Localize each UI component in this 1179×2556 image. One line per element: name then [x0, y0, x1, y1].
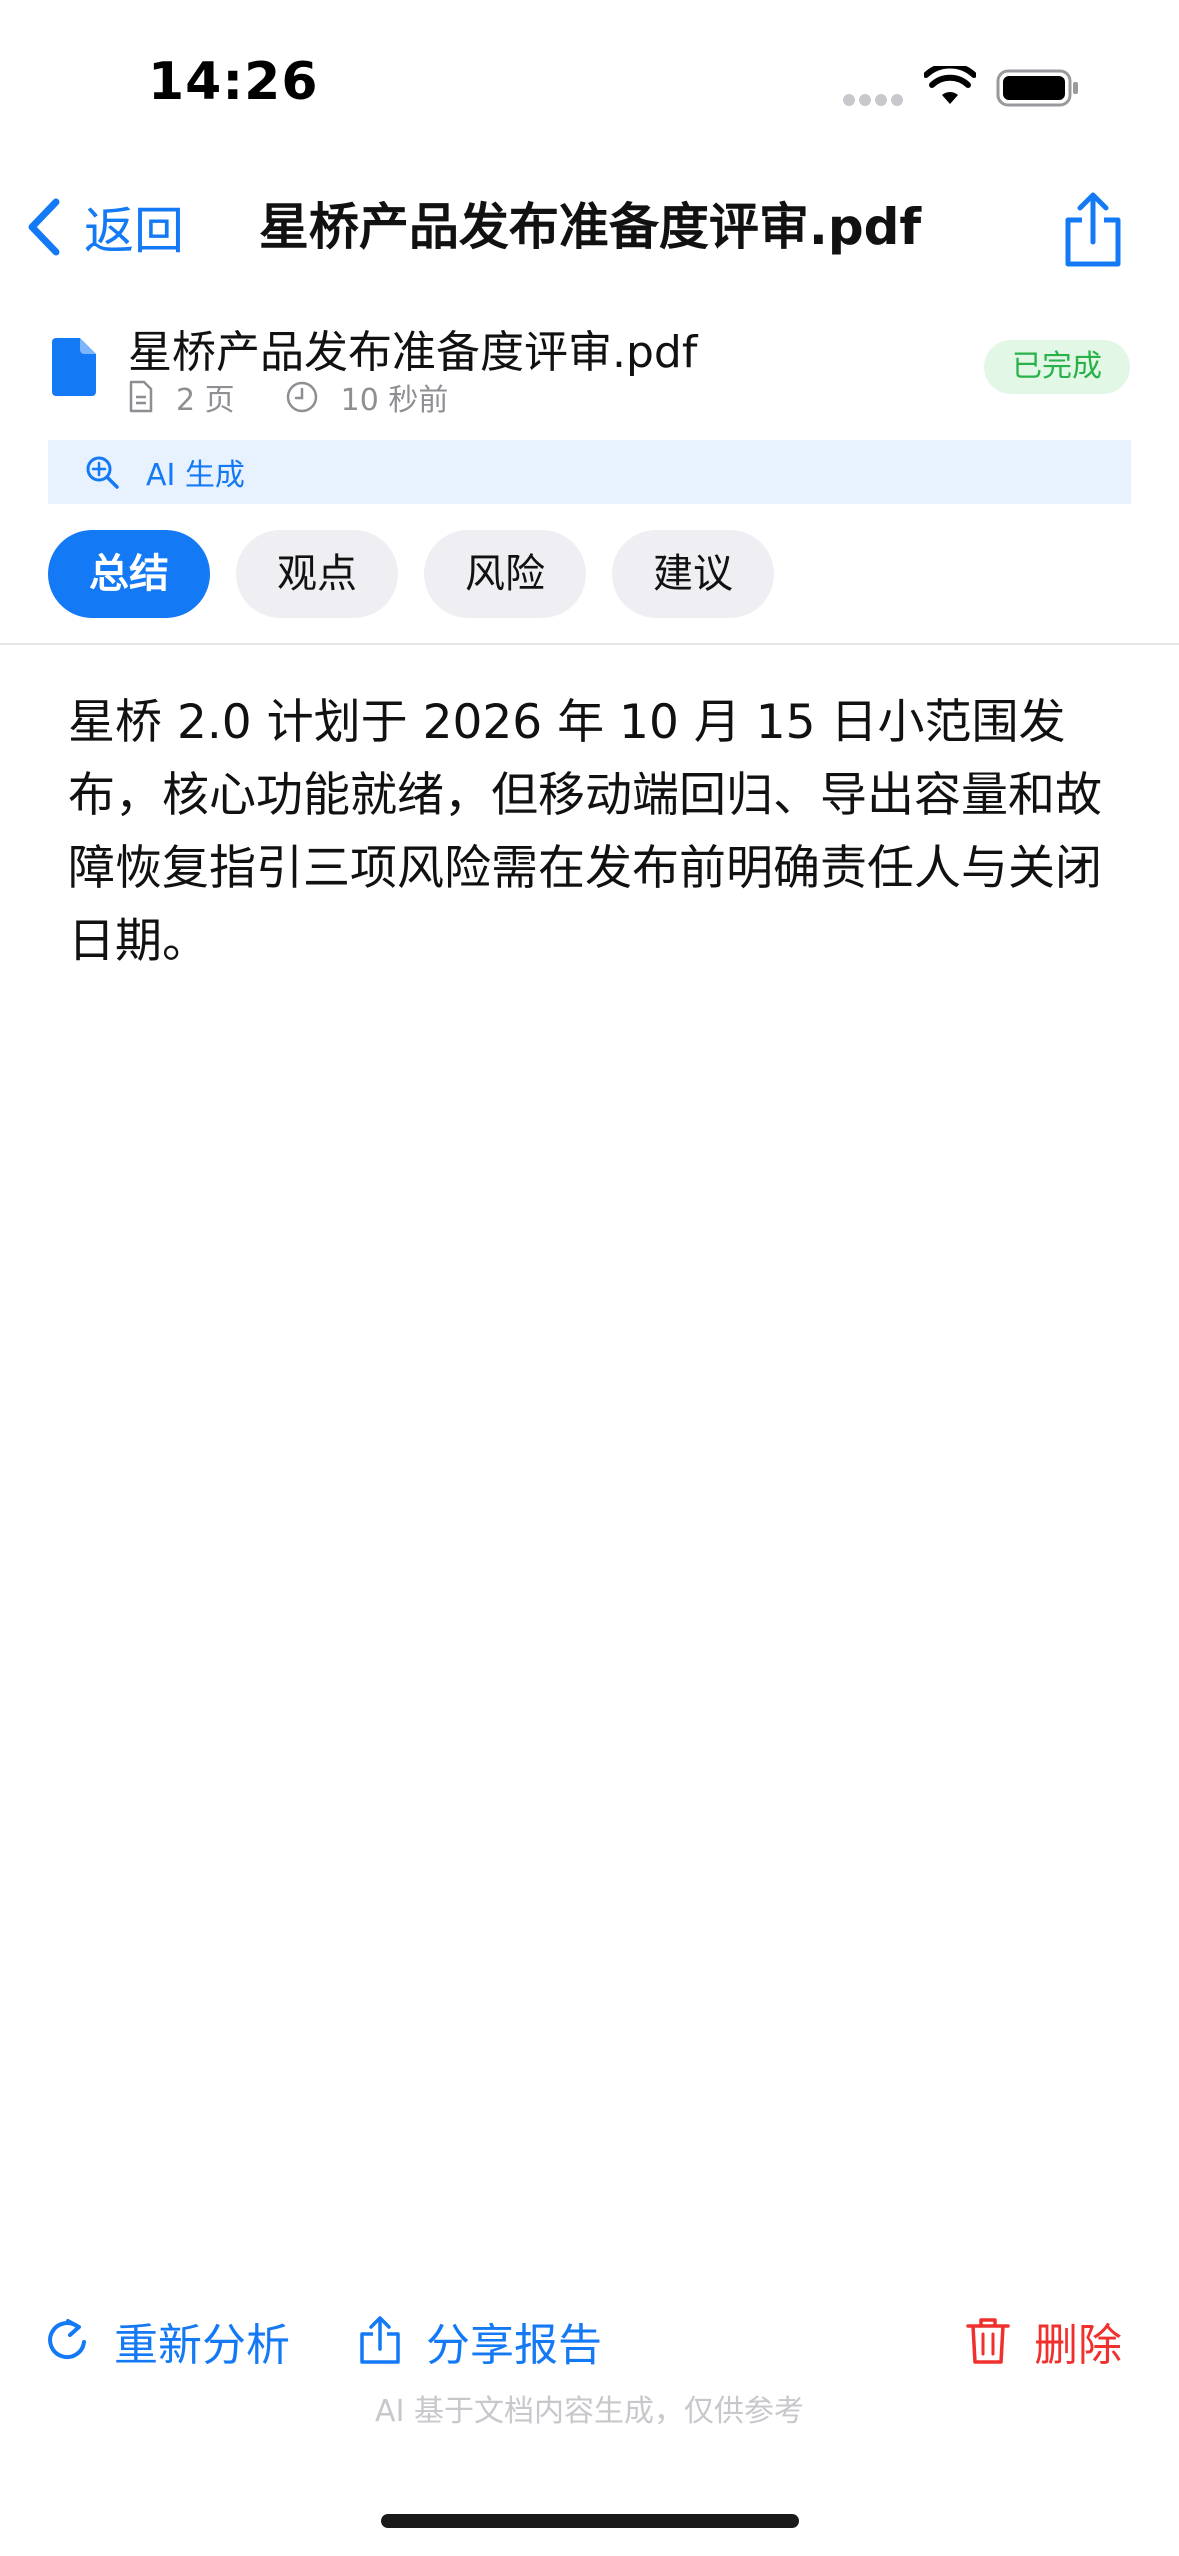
time-ago: 10 秒前 [340, 383, 449, 418]
share-report-label: 分享报告 [426, 2320, 602, 2371]
home-indicator[interactable] [381, 2514, 799, 2528]
status-badge: 已完成 [984, 340, 1130, 394]
disclaimer-note: AI 基于文档内容生成，仅供参考 [375, 2394, 804, 2429]
clock-icon [286, 381, 317, 413]
page-icon [129, 380, 153, 413]
delete-label: 删除 [1034, 2320, 1122, 2371]
delete-button[interactable]: 删除 [966, 2306, 1122, 2376]
share-icon[interactable] [1058, 190, 1128, 270]
tab-risks[interactable]: 风险 [424, 530, 586, 618]
file-name: 星桥产品发布准备度评审.pdf [128, 327, 698, 378]
ai-generated-banner: AI 生成 [48, 440, 1131, 504]
reanalyze-button[interactable]: 重新分析 [48, 2306, 290, 2376]
back-label: 返回 [84, 202, 184, 260]
tab-viewpoints[interactable]: 观点 [236, 530, 398, 618]
document-icon [52, 338, 96, 396]
chevron-left-icon [28, 198, 60, 256]
file-meta: 2 页 10 秒前 [128, 376, 448, 418]
battery-icon [996, 69, 1078, 107]
tab-bar: 总结 观点 风险 建议 [48, 530, 774, 618]
status-time: 14:26 [148, 52, 319, 112]
ai-banner-label: AI 生成 [146, 458, 245, 493]
divider [0, 643, 1179, 645]
share-report-button[interactable]: 分享报告 [358, 2306, 602, 2376]
back-button[interactable]: 返回 [26, 192, 184, 262]
wifi-icon [924, 66, 976, 104]
tab-suggestions[interactable]: 建议 [612, 530, 774, 618]
refresh-icon [48, 2319, 86, 2359]
magnify-sparkle-icon [86, 456, 119, 489]
trash-icon [966, 2318, 1010, 2364]
reanalyze-label: 重新分析 [114, 2320, 290, 2371]
share-icon [360, 2316, 400, 2364]
page-title: 星桥产品发布准备度评审.pdf [258, 198, 922, 256]
cellular-signal-icon [843, 94, 905, 108]
summary-text: 星桥 2.0 计划于 2026 年 10 月 15 日小范围发布，核心功能就绪，… [68, 695, 1102, 969]
page-count: 2 页 [176, 383, 235, 418]
tab-summary[interactable]: 总结 [48, 530, 210, 618]
